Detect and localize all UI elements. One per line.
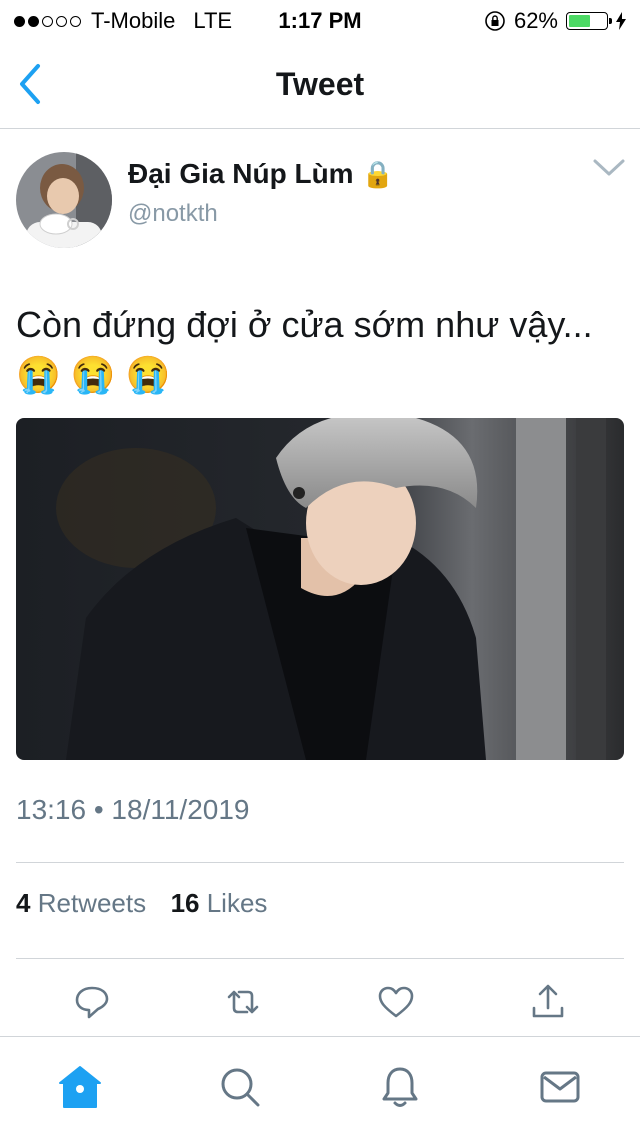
search-icon[interactable] (218, 1065, 262, 1109)
like-icon[interactable] (376, 982, 416, 1022)
tweet-text: Còn đứng đợi ở cửa sớm như vậy...😭 😭 😭 (16, 304, 593, 395)
retweets-count: 4 (16, 888, 31, 918)
messages-icon[interactable] (538, 1065, 582, 1109)
tweet-action-bar (0, 982, 640, 1022)
share-icon[interactable] (528, 982, 568, 1022)
author-name[interactable]: Đại Gia Núp Lùm 🔒 (128, 158, 394, 190)
likes-label: Likes (206, 888, 268, 918)
retweets-label: Retweets (37, 888, 147, 918)
author-handle[interactable]: @notkth (128, 200, 218, 228)
likes-count: 16 (170, 888, 200, 918)
battery-percent: 62% (513, 8, 558, 33)
notifications-icon[interactable] (378, 1065, 422, 1109)
orientation-lock-icon (485, 11, 505, 31)
home-icon[interactable] (58, 1065, 102, 1109)
reply-icon[interactable] (72, 982, 112, 1022)
tweet-media-photo[interactable] (16, 418, 624, 760)
tweet-timestamp: 13:16 • 18/11/2019 (16, 794, 250, 825)
battery-icon (566, 12, 612, 30)
chevron-down-icon[interactable] (592, 158, 626, 178)
author-name-text: Đại Gia Núp Lùm (128, 158, 354, 189)
tweet-stats: 4 Retweets 16 Likes (16, 888, 267, 919)
divider (16, 958, 624, 959)
divider (16, 862, 624, 863)
avatar[interactable] (16, 152, 112, 248)
likes-stat[interactable]: 16 Likes (171, 888, 268, 918)
charging-bolt-icon (616, 12, 626, 30)
tab-bar (0, 1036, 640, 1137)
lock-icon: 🔒 (361, 158, 394, 189)
page-title: Tweet (275, 66, 365, 102)
retweets-stat[interactable]: 4 Retweets (16, 888, 153, 918)
retweet-icon[interactable] (223, 982, 263, 1022)
status-bar: T-Mobile LTE 1:17 PM 62% (0, 0, 640, 40)
navigation-bar: Tweet (0, 40, 640, 129)
